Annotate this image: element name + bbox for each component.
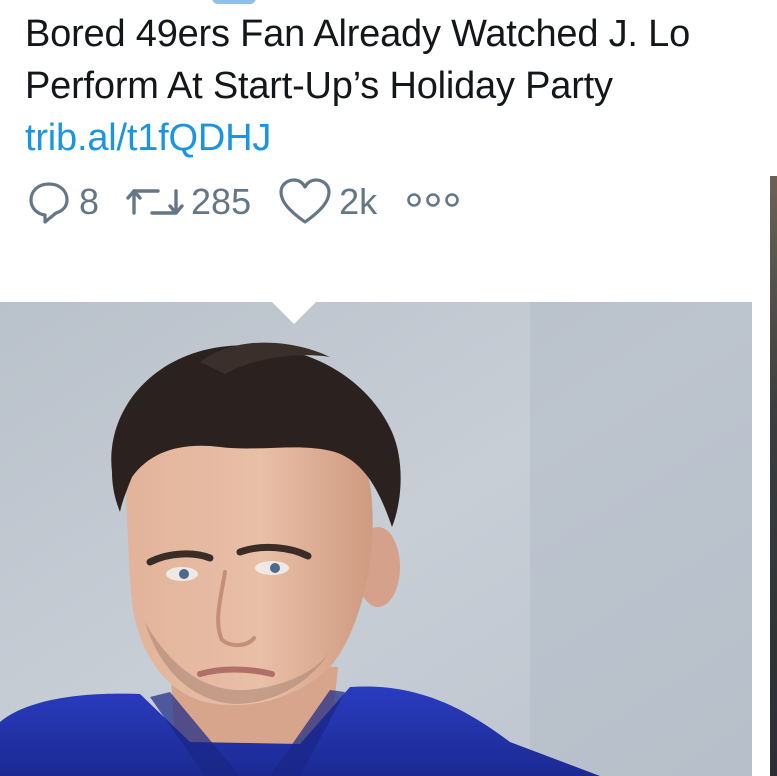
tweet-link[interactable]: trib.al/t1fQDHJ xyxy=(25,117,271,159)
retweet-count: 285 xyxy=(191,181,252,222)
media-notch xyxy=(272,302,316,324)
retweet-button[interactable]: 285 xyxy=(125,178,251,226)
reply-count: 8 xyxy=(79,181,100,222)
more-dots-icon xyxy=(406,192,460,213)
more-button[interactable] xyxy=(403,178,463,226)
adjacent-card-photo[interactable] xyxy=(770,176,777,776)
like-count: 2k xyxy=(339,181,378,222)
heart-icon xyxy=(277,178,333,226)
reply-icon xyxy=(25,178,73,226)
like-button[interactable]: 2k xyxy=(277,178,377,226)
tweet-text: Bored 49ers Fan Already Watched J. Lo Pe… xyxy=(25,8,725,164)
retweet-icon xyxy=(125,178,185,226)
tweet-actions: 8 285 2k xyxy=(25,172,463,232)
tweet-card: Bored 49ers Fan Already Watched J. Lo Pe… xyxy=(0,0,752,776)
portrait-illustration xyxy=(0,302,752,776)
card-top-accent xyxy=(212,0,256,4)
tweet-media-image[interactable] xyxy=(0,302,752,776)
tweet-text-main: Bored 49ers Fan Already Watched J. Lo Pe… xyxy=(25,13,691,107)
reply-button[interactable]: 8 xyxy=(25,178,99,226)
